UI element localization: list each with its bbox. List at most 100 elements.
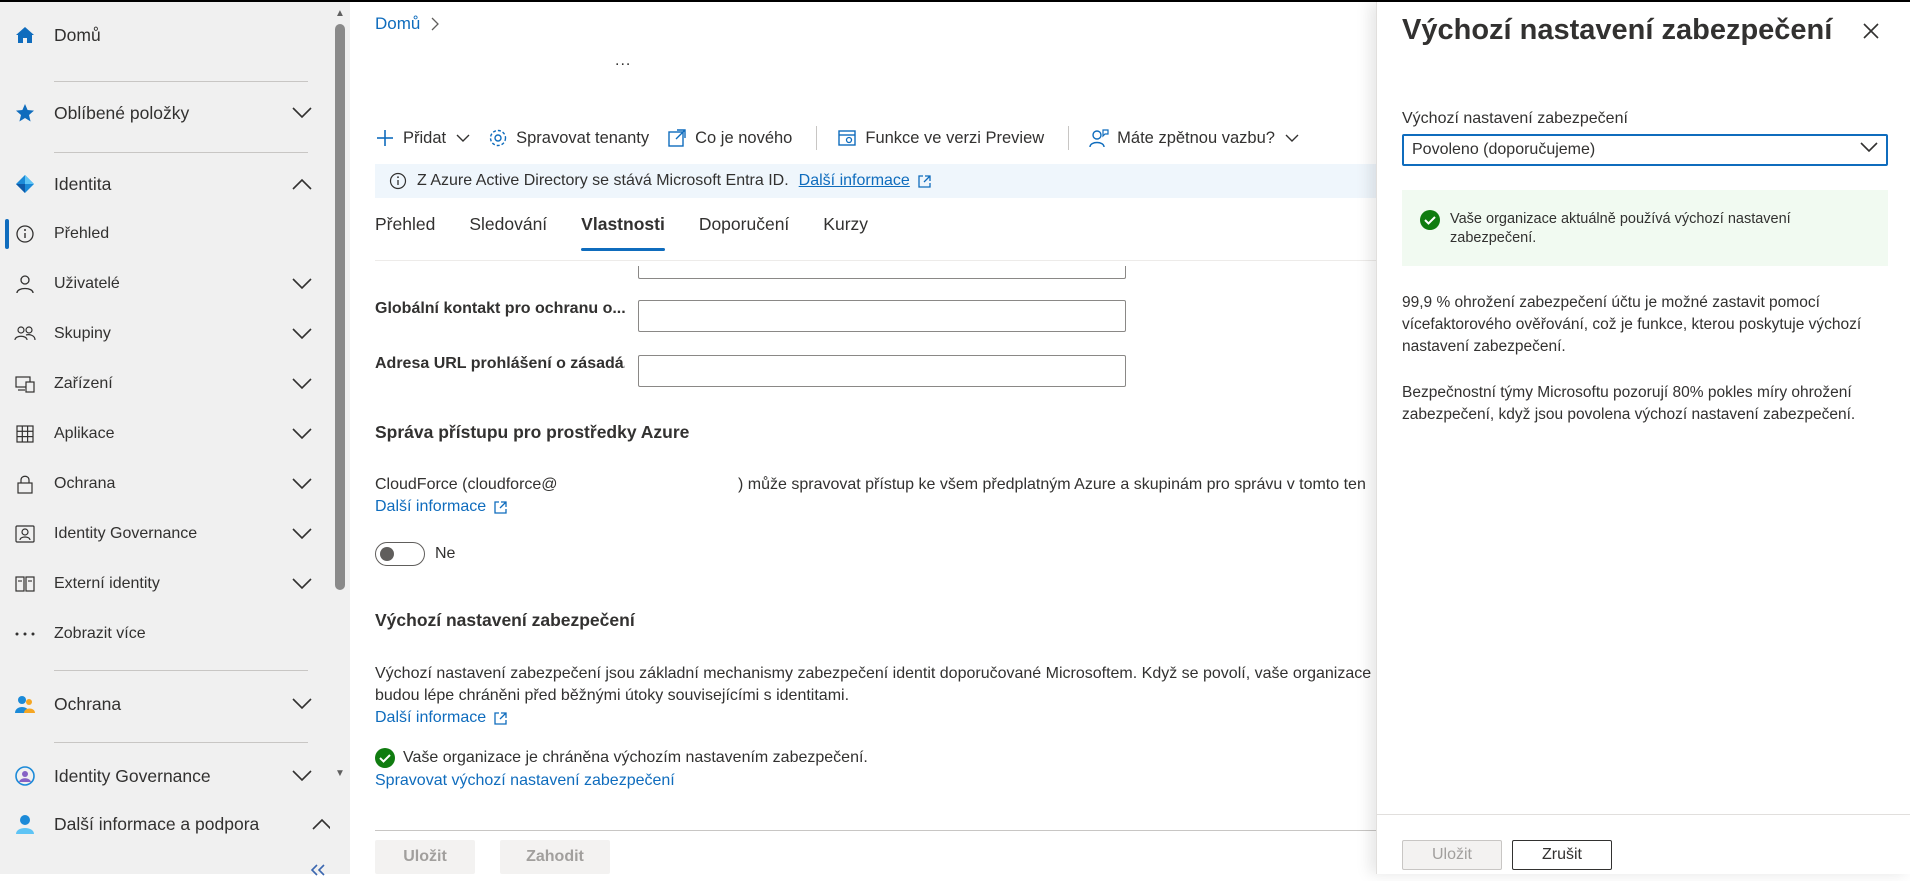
manage-tenants-button[interactable]: Spravovat tenanty bbox=[488, 128, 649, 148]
sidebar: Domů Oblíbené položky Identita Přehled U… bbox=[0, 2, 332, 876]
sidebar-item-identity[interactable]: Identita bbox=[0, 164, 330, 204]
sidebar-item-label: Identity Governance bbox=[54, 525, 198, 542]
tab-tutorials[interactable]: Kurzy bbox=[823, 214, 868, 252]
link-text: Další informace bbox=[375, 498, 487, 515]
sidebar-item-show-more[interactable]: Zobrazit více bbox=[0, 614, 330, 654]
chevron-down-icon[interactable] bbox=[290, 472, 314, 496]
privacy-url-label: Adresa URL prohlášení o zásadá... bbox=[375, 355, 625, 372]
chevron-down-icon bbox=[1860, 140, 1878, 158]
scroll-down-arrow-icon[interactable]: ▼ bbox=[335, 768, 345, 779]
security-defaults-line1: Výchozí nastavení zabezpečení jsou zákla… bbox=[375, 665, 1376, 682]
toolbar-divider bbox=[816, 126, 818, 150]
manage-security-defaults-link[interactable]: Spravovat výchozí nastavení zabezpečení bbox=[375, 772, 675, 790]
chevron-down-icon[interactable] bbox=[290, 101, 314, 125]
apps-grid-icon bbox=[13, 422, 37, 446]
feedback-button[interactable]: Máte zpětnou vazbu? bbox=[1089, 128, 1299, 148]
chevron-down-icon[interactable] bbox=[290, 522, 314, 546]
panel-save-button[interactable]: Uložit bbox=[1402, 840, 1502, 870]
sidebar-item-label: Identity Governance bbox=[54, 765, 211, 786]
whats-new-button[interactable]: Co je nového bbox=[667, 128, 792, 148]
select-label: Výchozí nastavení zabezpečení bbox=[1402, 110, 1628, 127]
azure-access-learn-more-link[interactable]: Další informace bbox=[375, 498, 507, 516]
divider bbox=[1377, 814, 1910, 815]
preview-icon bbox=[838, 130, 857, 146]
divider bbox=[54, 81, 308, 82]
discard-button[interactable]: Zahodit bbox=[500, 840, 610, 874]
add-button[interactable]: Přidat bbox=[375, 128, 470, 148]
help-person-icon bbox=[13, 812, 37, 836]
save-button[interactable]: Uložit bbox=[375, 840, 475, 874]
chevron-up-icon[interactable] bbox=[290, 172, 314, 196]
breadcrumb-home[interactable]: Domů bbox=[375, 14, 420, 34]
success-text: Vaše organizace aktuálně používá výchozí… bbox=[1450, 211, 1791, 246]
sidebar-item-identity-governance-section[interactable]: Identity Governance bbox=[0, 756, 330, 796]
preview-features-button[interactable]: Funkce ve verzi Preview bbox=[837, 128, 1044, 148]
azure-access-text-b: ) může spravovat přístup ke všem předpla… bbox=[738, 476, 1366, 493]
more-dots-icon bbox=[13, 622, 37, 646]
sidebar-item-devices[interactable]: Zařízení bbox=[0, 364, 330, 404]
tab-properties[interactable]: Vlastnosti bbox=[581, 214, 665, 252]
sidebar-item-favorites[interactable]: Oblíbené položky bbox=[0, 93, 330, 133]
chevron-down-icon[interactable] bbox=[290, 322, 314, 346]
collapse-sidebar-icon[interactable] bbox=[310, 860, 326, 881]
sidebar-item-external-identities[interactable]: Externí identity bbox=[0, 564, 330, 604]
sidebar-item-label: Ochrana bbox=[54, 475, 116, 492]
sidebar-scrollbar[interactable]: ▲ ▼ bbox=[330, 2, 350, 874]
toggle-label: Ne bbox=[435, 545, 456, 562]
chevron-down-icon[interactable] bbox=[290, 372, 314, 396]
tab-monitoring[interactable]: Sledování bbox=[469, 214, 547, 252]
protection-users-icon bbox=[13, 692, 37, 716]
security-defaults-heading: Výchozí nastavení zabezpečení bbox=[375, 610, 635, 630]
sidebar-item-label: Skupiny bbox=[54, 325, 111, 342]
sidebar-item-users[interactable]: Uživatelé bbox=[0, 264, 330, 304]
global-contact-row: Globální kontakt pro ochranu o... bbox=[375, 300, 625, 318]
chevron-down-icon[interactable] bbox=[290, 572, 314, 596]
sidebar-item-applications[interactable]: Aplikace bbox=[0, 414, 330, 454]
banner-learn-more-link[interactable]: Další informace bbox=[799, 172, 910, 190]
panel-cancel-button[interactable]: Zrušit bbox=[1512, 840, 1612, 870]
feedback-person-icon bbox=[1089, 129, 1109, 148]
chevron-down-icon[interactable] bbox=[290, 422, 314, 446]
sidebar-item-label: Aplikace bbox=[54, 425, 115, 442]
banner-text: Z Azure Active Directory se stává Micros… bbox=[417, 172, 789, 189]
tab-overview[interactable]: Přehled bbox=[375, 214, 435, 252]
chevron-down-icon[interactable] bbox=[290, 692, 314, 716]
azure-access-toggle[interactable] bbox=[375, 542, 425, 566]
sidebar-item-identity-governance[interactable]: Identity Governance bbox=[0, 514, 330, 554]
sidebar-item-groups[interactable]: Skupiny bbox=[0, 314, 330, 354]
toggle-knob bbox=[380, 547, 394, 561]
tab-strip: Přehled Sledování Vlastnosti Doporučení … bbox=[375, 214, 902, 252]
chevron-down-icon bbox=[1285, 134, 1299, 142]
sidebar-item-help[interactable]: Další informace a podpora bbox=[0, 804, 332, 844]
partially-hidden-input[interactable] bbox=[638, 266, 1126, 279]
close-icon[interactable] bbox=[1862, 22, 1880, 45]
divider bbox=[54, 670, 308, 671]
sidebar-item-label: Další informace a podpora bbox=[54, 813, 260, 834]
sidebar-item-label: Zařízení bbox=[54, 375, 113, 392]
chevron-down-icon[interactable] bbox=[290, 272, 314, 296]
global-contact-input[interactable] bbox=[638, 300, 1126, 332]
sidebar-item-label: Uživatelé bbox=[54, 275, 120, 292]
sidebar-item-overview[interactable]: Přehled bbox=[0, 214, 330, 254]
status-text: Vaše organizace je chráněna výchozím nas… bbox=[403, 749, 868, 766]
security-defaults-panel: Výchozí nastavení zabezpečení Výchozí na… bbox=[1376, 2, 1910, 874]
sidebar-item-protection[interactable]: Ochrana bbox=[0, 464, 330, 504]
plus-icon bbox=[377, 130, 393, 146]
security-defaults-dropdown[interactable]: Povoleno (doporučujeme) bbox=[1402, 134, 1888, 166]
governance-icon bbox=[13, 522, 37, 546]
sidebar-item-label: Oblíbené položky bbox=[54, 102, 190, 123]
chevron-down-icon bbox=[456, 134, 470, 142]
external-identity-icon bbox=[13, 572, 37, 596]
sidebar-item-home[interactable]: Domů bbox=[0, 15, 330, 55]
privacy-url-input[interactable] bbox=[638, 355, 1126, 387]
chevron-down-icon[interactable] bbox=[290, 764, 314, 788]
tab-recommendations[interactable]: Doporučení bbox=[699, 214, 789, 252]
scroll-up-arrow-icon[interactable]: ▲ bbox=[335, 8, 345, 19]
devices-icon bbox=[13, 372, 37, 396]
sidebar-item-label: Ochrana bbox=[54, 693, 122, 714]
open-external-icon bbox=[494, 500, 507, 514]
security-defaults-learn-more-link[interactable]: Další informace bbox=[375, 709, 507, 727]
panel-paragraph-2: Bezpečnostní týmy Microsoftu pozorují 80… bbox=[1402, 384, 1856, 423]
sidebar-item-protection-section[interactable]: Ochrana bbox=[0, 684, 330, 724]
scroll-thumb[interactable] bbox=[335, 24, 345, 590]
